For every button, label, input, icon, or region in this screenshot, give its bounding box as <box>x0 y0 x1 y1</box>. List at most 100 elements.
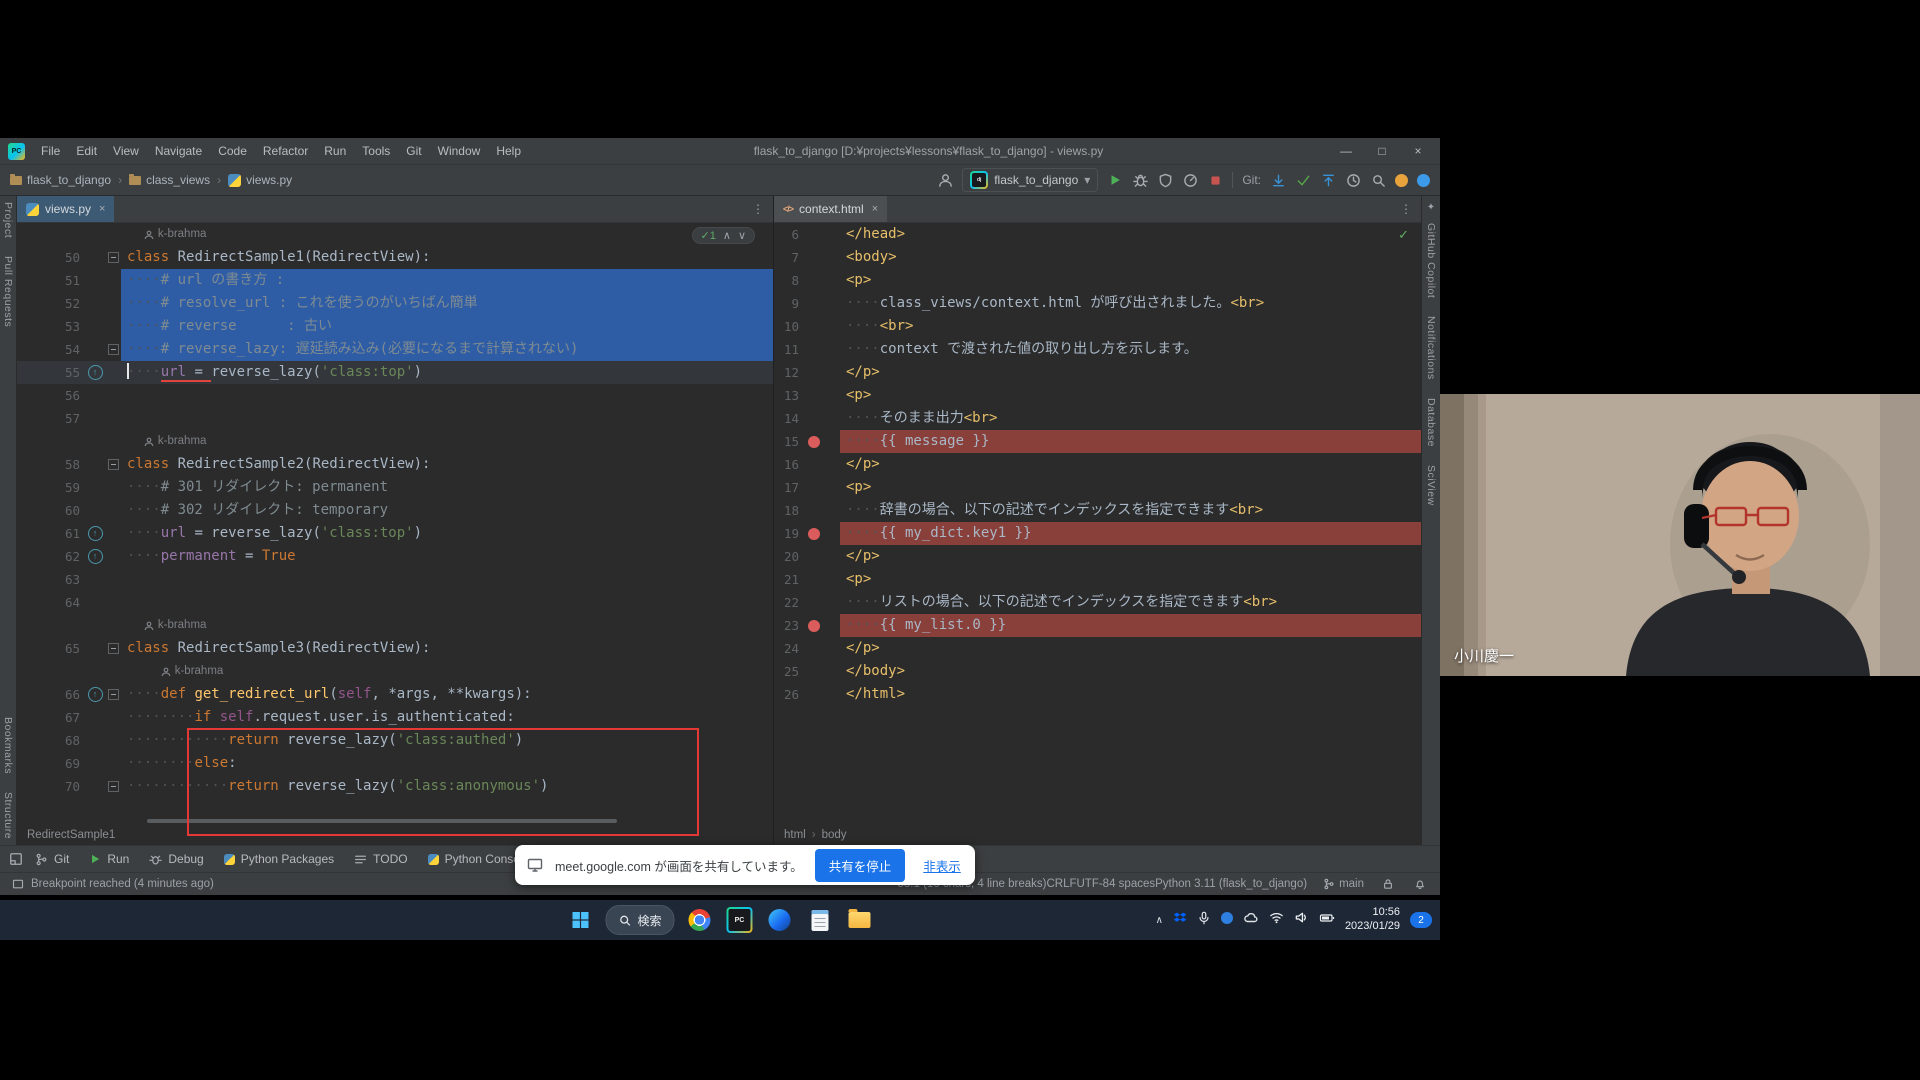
gutter[interactable] <box>17 614 121 637</box>
line-number[interactable]: 60 <box>17 499 85 522</box>
code-line[interactable]: 20 </p> <box>774 545 1421 568</box>
code-area[interactable]: ✓ 6 </head> 7 <body> 8 <p> 9 ····class_views/co… <box>774 223 1421 845</box>
code-text[interactable]: <p> <box>840 384 1421 407</box>
code-text[interactable]: ········else: <box>121 752 773 775</box>
gutter[interactable]: 15 <box>774 430 840 453</box>
code-line[interactable]: 59 ····# 301 リダイレクト: permanent <box>17 476 773 499</box>
horizontal-scrollbar[interactable] <box>147 819 617 823</box>
line-number[interactable]: 9 <box>774 292 804 315</box>
line-number[interactable]: 11 <box>774 338 804 361</box>
code-line[interactable]: 55 ↑ ····url = reverse_lazy('class:top') <box>17 361 773 384</box>
code-line[interactable]: 54 ····# reverse_lazy: 遅延読み込み(必要になるまで計算され… <box>17 338 773 361</box>
run-configuration-select[interactable]: dj flask_to_django ▾ <box>962 168 1099 192</box>
code-text[interactable]: ····# url の書き方 : <box>121 269 773 292</box>
code-text[interactable]: k-brahma <box>121 660 773 683</box>
breadcrumb-item[interactable]: views.py <box>228 173 292 187</box>
line-number[interactable]: 66 <box>17 683 85 706</box>
line-number[interactable]: 58 <box>17 453 85 476</box>
edge-icon[interactable] <box>765 905 795 935</box>
code-line[interactable]: 56 <box>17 384 773 407</box>
code-text[interactable]: ····リストの場合、以下の記述でインデックスを指定できます<br> <box>840 591 1421 614</box>
menu-item[interactable]: Git <box>398 141 429 161</box>
line-number[interactable]: 63 <box>17 568 85 591</box>
gutter[interactable]: 66 ↑ <box>17 683 121 706</box>
line-number[interactable]: 55 <box>17 361 85 384</box>
lock-icon[interactable] <box>1380 876 1396 892</box>
code-line[interactable]: 11 ····context で渡された値の取り出し方を示します。 <box>774 338 1421 361</box>
gutter[interactable]: 51 <box>17 269 121 292</box>
override-marker-icon[interactable]: ↑ <box>85 687 105 702</box>
line-number[interactable]: 69 <box>17 752 85 775</box>
code-text[interactable]: </p> <box>840 545 1421 568</box>
line-number[interactable]: 18 <box>774 499 804 522</box>
onedrive-cloud-icon[interactable] <box>1243 910 1259 931</box>
line-number[interactable]: 10 <box>774 315 804 338</box>
code-line[interactable]: 51 ····# url の書き方 : <box>17 269 773 292</box>
tool-window-tab[interactable]: SciView <box>1425 465 1437 506</box>
code-line[interactable]: 21 <p> <box>774 568 1421 591</box>
override-marker-icon[interactable]: ↑ <box>85 365 105 380</box>
taskbar-search[interactable]: 検索 <box>605 905 675 935</box>
code-line[interactable]: 13 <p> <box>774 384 1421 407</box>
blue-app-icon[interactable] <box>1220 911 1233 929</box>
menu-item[interactable]: Edit <box>68 141 105 161</box>
line-number[interactable]: 8 <box>774 269 804 292</box>
code-line[interactable]: 23 ····{{ my_list.0 }} <box>774 614 1421 637</box>
close-tab-icon[interactable]: × <box>870 203 878 215</box>
gutter[interactable]: 62 ↑ <box>17 545 121 568</box>
notepad-icon[interactable] <box>805 905 835 935</box>
line-number[interactable]: 6 <box>774 223 804 246</box>
ai-assistant-icon[interactable]: ✦ <box>1427 202 1435 213</box>
code-line[interactable]: 52 ····# resolve_url : これを使うのがいちばん簡単 <box>17 292 773 315</box>
line-number[interactable]: 16 <box>774 453 804 476</box>
gutter[interactable]: 17 <box>774 476 840 499</box>
gutter[interactable]: 53 <box>17 315 121 338</box>
code-text[interactable]: class RedirectSample1(RedirectView): <box>121 246 773 269</box>
plugin-icon-blue[interactable] <box>1417 173 1430 187</box>
code-line[interactable]: 10 ····<br> <box>774 315 1421 338</box>
gutter[interactable] <box>17 223 121 246</box>
fold-marker[interactable] <box>105 689 121 700</box>
code-text[interactable]: ····# 302 リダイレクト: temporary <box>121 499 773 522</box>
line-number[interactable]: 12 <box>774 361 804 384</box>
participant-video-tile[interactable]: 小川慶一 <box>1440 394 1920 676</box>
pycharm-taskbar-icon[interactable]: PC <box>725 905 755 935</box>
dropbox-icon[interactable] <box>1173 911 1187 930</box>
line-number[interactable]: 70 <box>17 775 85 798</box>
microphone-icon[interactable] <box>1197 911 1211 930</box>
taskbar-clock[interactable]: 10:56 2023/01/29 <box>1345 906 1400 934</box>
tool-window-tab[interactable]: Database <box>1425 398 1437 447</box>
code-line[interactable]: 50 class RedirectSample1(RedirectView): <box>17 246 773 269</box>
menu-item[interactable]: Code <box>210 141 255 161</box>
code-text[interactable]: ····{{ my_list.0 }} <box>840 614 1421 637</box>
code-text[interactable] <box>121 384 773 407</box>
status-segment[interactable]: Python 3.11 (flask_to_django) <box>1155 878 1307 890</box>
gutter[interactable]: 26 <box>774 683 840 706</box>
tool-tab-debug[interactable]: Debug <box>140 850 212 868</box>
author-annotation[interactable]: k-brahma <box>144 614 206 637</box>
code-text[interactable]: ····permanent = True <box>121 545 773 568</box>
notification-count-badge[interactable]: 2 <box>1410 912 1432 928</box>
gutter[interactable] <box>17 660 121 683</box>
git-update-icon[interactable] <box>1270 172 1286 188</box>
code-line[interactable]: 69 ········else: <box>17 752 773 775</box>
footer-breadcrumb-item[interactable]: body <box>822 829 847 841</box>
code-line[interactable]: 25 </body> <box>774 660 1421 683</box>
code-text[interactable]: ····def get_redirect_url(self, *args, **… <box>121 683 773 706</box>
git-branch-indicator[interactable]: main <box>1323 878 1364 890</box>
tool-window-tab[interactable]: GitHub Copilot <box>1425 223 1437 298</box>
line-number[interactable]: 62 <box>17 545 85 568</box>
code-text[interactable]: ····url = reverse_lazy('class:top') <box>121 361 773 384</box>
gutter[interactable]: 10 <box>774 315 840 338</box>
stop-sharing-button[interactable]: 共有を停止 <box>814 848 906 882</box>
code-text[interactable]: <p> <box>840 476 1421 499</box>
code-text[interactable]: ····class_views/context.html が呼び出されました。<… <box>840 292 1421 315</box>
line-number[interactable]: 54 <box>17 338 85 361</box>
footer-breadcrumb-item[interactable]: RedirectSample1 <box>27 829 115 841</box>
gutter[interactable]: 6 <box>774 223 840 246</box>
line-number[interactable]: 23 <box>774 614 804 637</box>
wifi-icon[interactable] <box>1269 910 1284 930</box>
stop-button[interactable] <box>1207 172 1223 188</box>
code-line[interactable]: 16 </p> <box>774 453 1421 476</box>
gutter[interactable]: 7 <box>774 246 840 269</box>
